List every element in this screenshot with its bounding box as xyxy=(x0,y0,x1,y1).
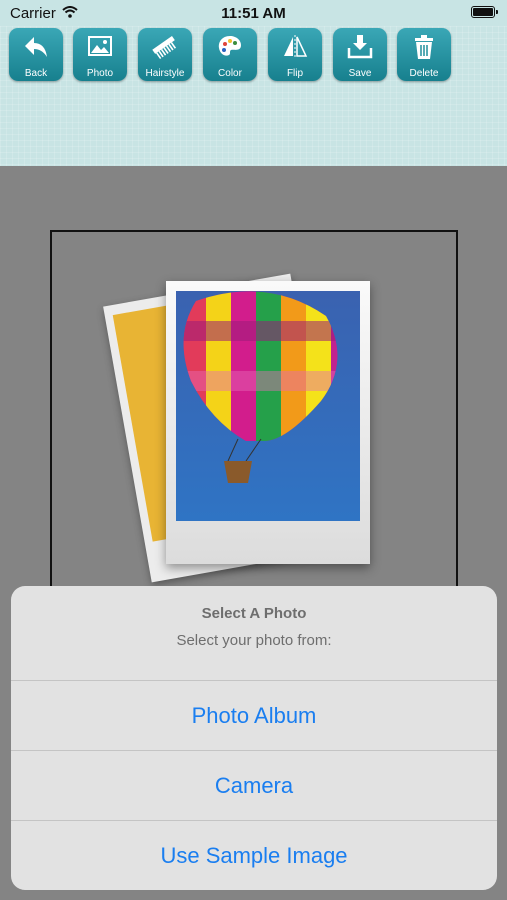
back-arrow-icon xyxy=(25,37,47,57)
photo-button[interactable]: Photo xyxy=(73,28,127,81)
clock: 11:51 AM xyxy=(221,5,286,22)
delete-button[interactable]: Delete xyxy=(397,28,451,81)
action-sheet-message: Select your photo from: xyxy=(176,632,332,649)
photo-label: Photo xyxy=(86,68,114,79)
save-icon xyxy=(347,35,373,59)
flip-button[interactable]: Flip xyxy=(268,28,322,81)
status-bar: Carrier 11:51 AM xyxy=(0,0,507,26)
color-label: Color xyxy=(218,68,242,79)
use-sample-image-button[interactable]: Use Sample Image xyxy=(11,820,497,890)
action-sheet: Select A Photo Select your photo from: P… xyxy=(11,586,497,890)
hairstyle-label: Hairstyle xyxy=(145,68,185,79)
flip-label: Flip xyxy=(286,68,304,79)
save-button[interactable]: Save xyxy=(333,28,387,81)
flip-icon xyxy=(284,35,308,59)
toolbar: Back Photo Hairstyle Color Flip Save Del… xyxy=(0,26,507,166)
photo-album-button[interactable]: Photo Album xyxy=(11,680,497,751)
hot-air-balloon-image xyxy=(183,291,338,483)
action-sheet-title: Select A Photo xyxy=(201,605,307,622)
trash-icon xyxy=(415,35,433,59)
camera-button[interactable]: Camera xyxy=(11,750,497,821)
delete-label: Delete xyxy=(409,68,439,79)
hairstyle-button[interactable]: Hairstyle xyxy=(138,28,192,81)
color-button[interactable]: Color xyxy=(203,28,257,81)
palette-icon xyxy=(218,36,241,56)
back-label: Back xyxy=(24,68,48,79)
photo-placeholder-icon xyxy=(166,281,370,564)
comb-icon xyxy=(152,36,177,60)
save-label: Save xyxy=(348,68,372,79)
photo-icon xyxy=(88,36,112,56)
back-button[interactable]: Back xyxy=(9,28,63,81)
battery-icon xyxy=(471,6,498,18)
